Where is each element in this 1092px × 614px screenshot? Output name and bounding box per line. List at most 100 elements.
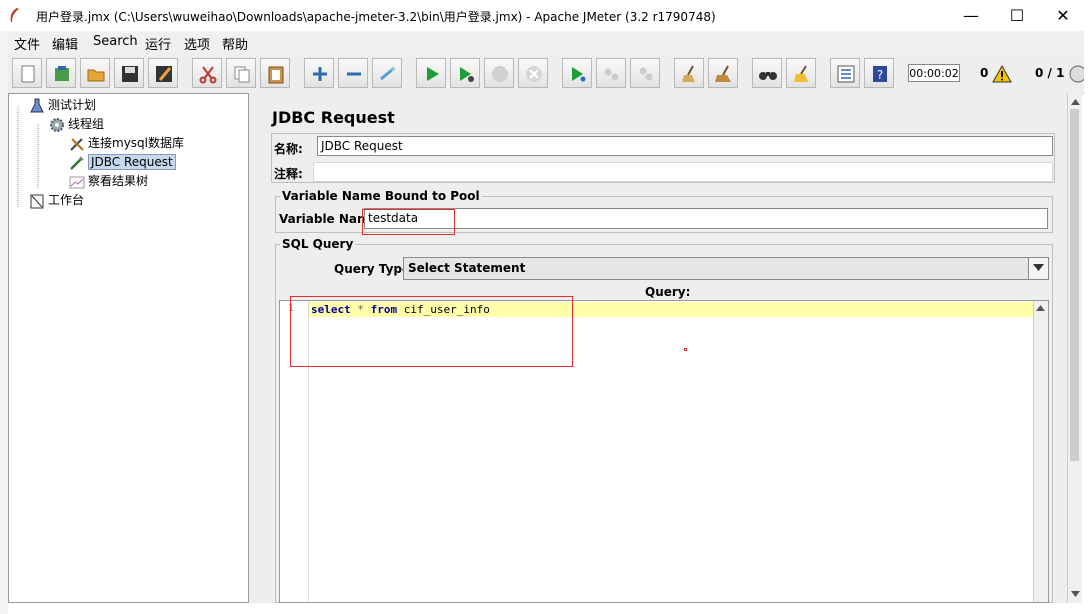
templates-button[interactable] xyxy=(46,58,76,88)
remote-shutdown-icon xyxy=(639,67,653,81)
tree-node-label: JDBC Request xyxy=(88,154,176,170)
copy-icon xyxy=(234,66,250,83)
reset-search-button[interactable] xyxy=(786,58,816,88)
remote-shutdown-button[interactable] xyxy=(630,58,660,88)
workbench-icon xyxy=(30,194,44,208)
copy-button[interactable] xyxy=(226,58,256,88)
pool-group-title: Variable Name Bound to Pool xyxy=(280,189,482,203)
window-title: 用户登录.jmx (C:\Users\wuweihao\Downloads\ap… xyxy=(36,10,716,24)
jmeter-feather-icon xyxy=(10,8,19,22)
tree-node-view-results-tree[interactable]: 察看结果树 xyxy=(69,172,148,190)
config-tool-icon xyxy=(70,137,84,151)
editor-scrollbar[interactable] xyxy=(1033,301,1048,602)
sql-star: * xyxy=(350,303,371,316)
tree-node-label: 工作台 xyxy=(48,193,85,207)
tree-node-thread-group[interactable]: 线程组 xyxy=(49,115,104,133)
clear-all-button[interactable] xyxy=(708,58,738,88)
shutdown-icon xyxy=(526,66,542,82)
start-no-pauses-button[interactable] xyxy=(450,58,480,88)
scroll-thumb[interactable] xyxy=(1070,109,1079,461)
error-count: 0 xyxy=(980,66,989,80)
expand-all-button[interactable] xyxy=(304,58,334,88)
menu-run[interactable]: 运行 xyxy=(145,34,171,53)
title-bar: 用户登录.jmx (C:\Users\wuweihao\Downloads\ap… xyxy=(0,0,1092,31)
query-label: Query: xyxy=(645,285,691,299)
menu-file[interactable]: 文件 xyxy=(14,34,40,53)
variable-name-field[interactable]: testdata xyxy=(364,208,1048,229)
toolbar: ? 00:00:02 0 0 / 1 xyxy=(8,53,1084,94)
tree-node-test-plan[interactable]: 测试计划 xyxy=(29,96,96,114)
menu-edit[interactable]: 编辑 xyxy=(52,34,78,53)
query-type-select[interactable]: Select Statement xyxy=(403,257,1049,280)
remote-start-button[interactable] xyxy=(562,58,592,88)
clear-button[interactable] xyxy=(674,58,704,88)
warning-icon[interactable] xyxy=(992,65,1012,83)
split-pane-divider[interactable] xyxy=(249,93,261,603)
sql-keyword-select: select xyxy=(311,303,351,316)
status-indicator-icon xyxy=(1069,65,1084,83)
thread-group-icon xyxy=(50,117,64,132)
help-button[interactable]: ? xyxy=(864,58,894,88)
function-helper-button[interactable] xyxy=(830,58,860,88)
tree-node-label: 线程组 xyxy=(68,117,105,131)
save-as-button[interactable] xyxy=(148,58,178,88)
collapse-all-button[interactable] xyxy=(338,58,368,88)
open-button[interactable] xyxy=(80,58,110,88)
sql-editor[interactable]: 1 select * from cif_user_info xyxy=(279,300,1049,603)
scroll-up-arrow-icon[interactable] xyxy=(1036,305,1045,311)
menu-bar: 文件 编辑 Search 运行 选项 帮助 xyxy=(8,31,1084,53)
page-title: JDBC Request xyxy=(272,108,395,127)
sampler-icon xyxy=(70,155,84,170)
binoculars-icon xyxy=(759,72,777,80)
sql-code[interactable]: select * from cif_user_info xyxy=(311,302,490,317)
new-file-icon xyxy=(21,65,35,83)
test-plan-tree: 测试计划 线程组 连接mysql数据库 JDBC Request 察看结果树 工… xyxy=(8,93,249,603)
chevron-down-icon xyxy=(1033,264,1044,271)
stop-icon xyxy=(492,66,508,82)
stop-button[interactable] xyxy=(484,58,514,88)
save-disk-icon xyxy=(122,66,138,82)
sql-query-group-title: SQL Query xyxy=(280,237,356,251)
remote-stop-icon xyxy=(604,68,619,81)
scroll-down-arrow-icon[interactable] xyxy=(1071,591,1080,597)
tree-node-jdbc-connection[interactable]: 连接mysql数据库 xyxy=(69,134,184,152)
scissors-icon xyxy=(199,66,217,84)
shutdown-button[interactable] xyxy=(518,58,548,88)
clear-all-broom-icon xyxy=(715,65,731,82)
name-field[interactable]: JDBC Request xyxy=(317,136,1053,156)
comment-field[interactable] xyxy=(313,162,1053,182)
new-button[interactable] xyxy=(12,58,42,88)
toggle-wand-icon xyxy=(380,67,395,81)
background-window-strip xyxy=(0,31,8,614)
svg-text:?: ? xyxy=(877,68,883,82)
menu-search[interactable]: Search xyxy=(93,34,138,49)
save-as-icon xyxy=(156,66,172,82)
elapsed-timer: 00:00:02 xyxy=(908,64,960,82)
sql-keyword-from: from xyxy=(370,303,398,316)
query-type-value: Select Statement xyxy=(408,261,526,275)
remote-play-icon xyxy=(572,67,586,82)
paste-clipboard-icon xyxy=(268,66,284,84)
tree-node-workbench[interactable]: 工作台 xyxy=(29,191,84,209)
plus-icon xyxy=(313,67,327,81)
help-book-icon: ? xyxy=(873,66,887,82)
play-icon xyxy=(427,67,439,81)
tree-node-jdbc-request[interactable]: JDBC Request xyxy=(69,153,176,171)
cut-button[interactable] xyxy=(192,58,222,88)
remote-stop-button[interactable] xyxy=(596,58,626,88)
close-button[interactable]: ✕ xyxy=(1040,0,1086,31)
scroll-up-arrow-icon[interactable] xyxy=(1071,99,1080,105)
panel-scrollbar[interactable] xyxy=(1067,93,1082,603)
paste-button[interactable] xyxy=(260,58,290,88)
start-button[interactable] xyxy=(416,58,446,88)
query-type-dropdown-button[interactable] xyxy=(1028,258,1048,279)
menu-help[interactable]: 帮助 xyxy=(222,34,248,53)
maximize-button[interactable]: ☐ xyxy=(994,0,1040,31)
toggle-button[interactable] xyxy=(372,58,402,88)
line-number: 1 xyxy=(288,303,295,314)
minimize-button[interactable]: — xyxy=(948,0,994,31)
save-button[interactable] xyxy=(114,58,144,88)
search-button[interactable] xyxy=(752,58,782,88)
menu-options[interactable]: 选项 xyxy=(184,34,210,53)
open-folder-icon xyxy=(87,69,105,82)
